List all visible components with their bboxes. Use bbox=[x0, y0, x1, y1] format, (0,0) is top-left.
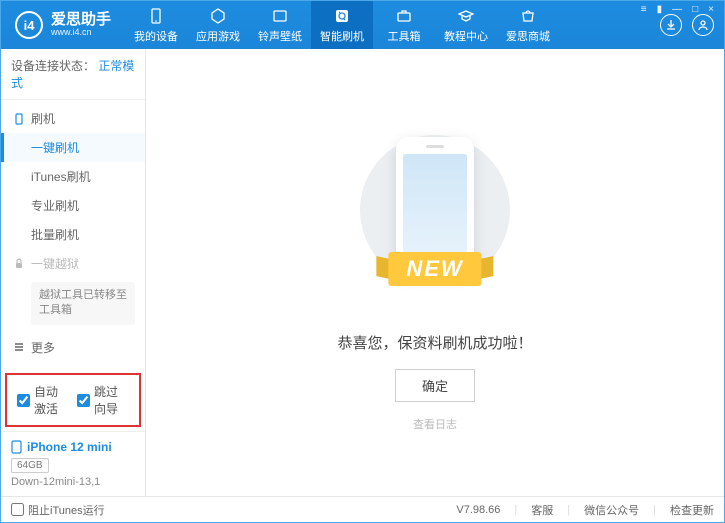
app-window: ≡ ▮ — □ × i4 爱思助手 www.i4.cn 我的设备 应用游戏 bbox=[0, 0, 725, 523]
nav-my-device[interactable]: 我的设备 bbox=[125, 1, 187, 49]
block-itunes-checkbox[interactable]: 阻止iTunes运行 bbox=[11, 502, 105, 518]
toolbox-icon bbox=[395, 7, 413, 25]
ribbon-text: NEW bbox=[388, 252, 481, 286]
body: 设备连接状态： 正常模式 刷机 一键刷机 iTunes刷机 专业刷机 批量刷机 … bbox=[1, 49, 724, 496]
group-jailbreak[interactable]: 一键越狱 bbox=[1, 249, 145, 278]
titlebar-right bbox=[660, 14, 724, 36]
lock-icon bbox=[13, 258, 25, 270]
skin-icon[interactable]: ▮ bbox=[654, 4, 666, 15]
main-content: NEW 恭喜您，保资料刷机成功啦！ 确定 查看日志 bbox=[146, 49, 724, 496]
nav-label: 工具箱 bbox=[388, 28, 421, 44]
nav-label: 应用游戏 bbox=[196, 28, 240, 44]
nav-flash[interactable]: 智能刷机 bbox=[311, 1, 373, 49]
checkbox-highlight: 自动激活 跳过向导 bbox=[5, 373, 141, 427]
device-panel: iPhone 12 mini 64GB Down-12mini-13,1 bbox=[1, 431, 145, 496]
menu-icon[interactable]: ≡ bbox=[638, 4, 650, 15]
media-icon bbox=[271, 7, 289, 25]
checkbox-skip-guide[interactable]: 跳过向导 bbox=[77, 383, 129, 417]
nav-label: 教程中心 bbox=[444, 28, 488, 44]
connection-label: 设备连接状态： bbox=[11, 59, 95, 73]
success-illustration: NEW bbox=[365, 124, 505, 304]
success-message: 恭喜您，保资料刷机成功啦！ bbox=[337, 332, 532, 353]
sidebar-list: 刷机 一键刷机 iTunes刷机 专业刷机 批量刷机 一键越狱 越狱工具已转移至… bbox=[1, 100, 145, 369]
checkbox-auto-activate[interactable]: 自动激活 bbox=[17, 383, 69, 417]
service-link[interactable]: 客服 bbox=[531, 502, 553, 518]
account-button[interactable] bbox=[692, 14, 714, 36]
skip-guide-input[interactable] bbox=[77, 394, 90, 407]
nav-label: 我的设备 bbox=[134, 28, 178, 44]
jailbreak-note: 越狱工具已转移至工具箱 bbox=[31, 282, 135, 325]
nav-ringtones[interactable]: 铃声壁纸 bbox=[249, 1, 311, 49]
nav-apps-games[interactable]: 应用游戏 bbox=[187, 1, 249, 49]
top-nav: 我的设备 应用游戏 铃声壁纸 智能刷机 工具箱 教程中心 bbox=[125, 1, 559, 49]
check-update-link[interactable]: 检查更新 bbox=[670, 502, 714, 518]
nav-tutorials[interactable]: 教程中心 bbox=[435, 1, 497, 49]
checkbox-label: 自动激活 bbox=[34, 383, 69, 417]
view-log-link[interactable]: 查看日志 bbox=[413, 416, 457, 432]
logo: i4 爱思助手 www.i4.cn bbox=[1, 11, 125, 39]
app-url: www.i4.cn bbox=[51, 28, 111, 38]
device-icon bbox=[11, 440, 22, 454]
checkbox-label: 跳过向导 bbox=[94, 383, 129, 417]
sidebar-item-batch-flash[interactable]: 批量刷机 bbox=[1, 220, 145, 249]
phone-icon bbox=[147, 7, 165, 25]
maximize-button[interactable]: □ bbox=[689, 4, 701, 15]
sidebar-item-other-tools[interactable]: 其他工具 bbox=[1, 362, 145, 369]
block-itunes-label: 阻止iTunes运行 bbox=[28, 502, 105, 518]
sidebar: 设备连接状态： 正常模式 刷机 一键刷机 iTunes刷机 专业刷机 批量刷机 … bbox=[1, 49, 146, 496]
nav-store[interactable]: 爱思商城 bbox=[497, 1, 559, 49]
device-firmware: Down-12mini-13,1 bbox=[11, 476, 135, 488]
nav-label: 爱思商城 bbox=[506, 28, 550, 44]
statusbar: 阻止iTunes运行 V7.98.66 | 客服 | 微信公众号 | 检查更新 bbox=[1, 496, 724, 522]
connection-status: 设备连接状态： 正常模式 bbox=[1, 49, 145, 100]
group-label: 一键越狱 bbox=[31, 255, 79, 272]
group-flash[interactable]: 刷机 bbox=[1, 104, 145, 133]
apps-icon bbox=[209, 7, 227, 25]
ok-button[interactable]: 确定 bbox=[395, 369, 475, 402]
sidebar-item-pro-flash[interactable]: 专业刷机 bbox=[1, 191, 145, 220]
wechat-link[interactable]: 微信公众号 bbox=[584, 502, 639, 518]
nav-toolbox[interactable]: 工具箱 bbox=[373, 1, 435, 49]
titlebar: ≡ ▮ — □ × i4 爱思助手 www.i4.cn 我的设备 应用游戏 bbox=[1, 1, 724, 49]
window-controls: ≡ ▮ — □ × bbox=[638, 4, 717, 15]
group-more[interactable]: 更多 bbox=[1, 333, 145, 362]
new-ribbon: NEW bbox=[388, 252, 481, 286]
close-button[interactable]: × bbox=[705, 4, 717, 15]
menu-lines-icon bbox=[13, 341, 25, 353]
flash-icon bbox=[333, 7, 351, 25]
version-text: V7.98.66 bbox=[456, 504, 500, 516]
logo-icon: i4 bbox=[15, 11, 43, 39]
app-name: 爱思助手 bbox=[51, 12, 111, 29]
download-button[interactable] bbox=[660, 14, 682, 36]
device-capacity: 64GB bbox=[11, 458, 49, 473]
auto-activate-input[interactable] bbox=[17, 394, 30, 407]
nav-label: 智能刷机 bbox=[320, 28, 364, 44]
group-label: 刷机 bbox=[31, 110, 55, 127]
sidebar-item-oneclick-flash[interactable]: 一键刷机 bbox=[1, 133, 145, 162]
grad-icon bbox=[457, 7, 475, 25]
store-icon bbox=[519, 7, 537, 25]
group-label: 更多 bbox=[31, 339, 55, 356]
nav-label: 铃声壁纸 bbox=[258, 28, 302, 44]
sidebar-item-itunes-flash[interactable]: iTunes刷机 bbox=[1, 162, 145, 191]
phone-small-icon bbox=[13, 113, 25, 125]
block-itunes-input[interactable] bbox=[11, 503, 24, 516]
device-name[interactable]: iPhone 12 mini bbox=[11, 440, 135, 454]
minimize-button[interactable]: — bbox=[669, 4, 685, 15]
